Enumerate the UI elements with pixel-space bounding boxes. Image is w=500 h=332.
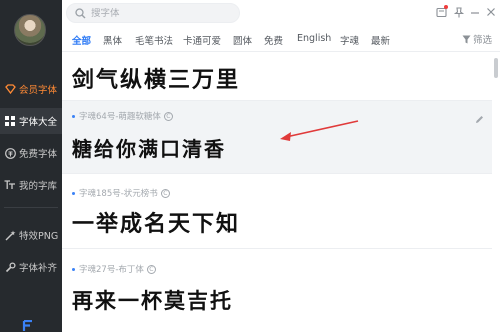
font-sample: 糖给你满口清香 <box>72 137 226 161</box>
font-card-meta: 字魂185号-状元榜书 C <box>72 187 170 199</box>
tab-free[interactable]: 免费 <box>264 33 283 47</box>
sidebar-item-vip-fonts[interactable]: 会员字体 <box>0 76 62 102</box>
sidebar-item-label: 字体大全 <box>19 117 58 128</box>
sidebar-item-label: 会员字体 <box>19 85 58 96</box>
edit-icon[interactable] <box>475 115 484 124</box>
sidebar-item-label: 特效PNG <box>19 231 59 242</box>
scrollbar-thumb[interactable] <box>494 58 498 78</box>
notification-dot <box>444 5 448 9</box>
message-icon[interactable] <box>434 5 448 19</box>
font-list: 剑气纵横三万里 字魂64号-萌趣软糖体 C 糖给你满口清香 字魂185号-状元榜… <box>62 52 492 332</box>
font-name: 字魂64号-萌趣软糖体 <box>79 112 161 122</box>
tab-calligraphy[interactable]: 毛笔书法 <box>135 33 173 47</box>
tab-rounded[interactable]: 圆体 <box>233 33 252 47</box>
font-sample: 再来一杯莫吉托 <box>72 288 233 313</box>
sidebar: 会员字体 字体大全 免费字体 我的字库 特效PNG 字体补齐 <box>0 0 62 332</box>
sidebar-item-all-fonts[interactable]: 字体大全 <box>0 108 62 134</box>
search-box[interactable] <box>66 3 240 23</box>
copyright-icon: C <box>146 264 156 274</box>
sidebar-item-free-fonts[interactable]: 免费字体 <box>0 140 62 166</box>
copyright-icon: C <box>163 111 173 121</box>
tab-english[interactable]: English <box>297 33 331 44</box>
search-input[interactable] <box>91 7 221 19</box>
font-card-meta: 字魂27号-布丁体 C <box>72 263 156 275</box>
avatar[interactable] <box>14 14 46 46</box>
sidebar-item-label: 免费字体 <box>19 149 58 160</box>
top-bar <box>62 0 500 26</box>
font-name: 字魂185号-状元榜书 <box>79 189 158 199</box>
pin-icon[interactable] <box>452 5 466 19</box>
font-card[interactable]: 字魂27号-布丁体 C 再来一杯莫吉托 <box>62 249 492 332</box>
bullet-dot <box>72 114 75 118</box>
tab-heiti[interactable]: 黑体 <box>103 33 122 47</box>
font-name: 字魂27号-布丁体 <box>79 265 144 275</box>
grid-icon <box>4 115 16 127</box>
close-icon[interactable] <box>484 5 498 19</box>
sidebar-divider <box>4 207 58 208</box>
font-tt-icon <box>4 179 16 191</box>
search-icon <box>75 7 86 18</box>
wrench-icon <box>4 261 16 273</box>
sidebar-item-label: 我的字库 <box>19 181 58 192</box>
sidebar-item-label: 字体补齐 <box>19 263 58 274</box>
category-tabs: 全部 黑体 毛笔书法 卡通可爱 圆体 免费 English 字魂 最新 筛选 <box>62 26 500 52</box>
font-card[interactable]: 字魂64号-萌趣软糖体 C 糖给你满口清香 <box>62 101 492 173</box>
bullet-dot <box>72 267 75 271</box>
tab-zihun[interactable]: 字魂 <box>340 33 359 47</box>
free-coin-icon <box>4 147 16 159</box>
font-card[interactable]: 剑气纵横三万里 <box>62 52 492 100</box>
font-card[interactable]: 字魂185号-状元榜书 C 一举成名天下知 <box>62 174 492 248</box>
filter-button[interactable]: 筛选 <box>462 32 492 46</box>
brand-logo-icon <box>22 319 34 332</box>
effects-icon <box>4 229 16 241</box>
font-sample: 剑气纵横三万里 <box>72 67 241 93</box>
sidebar-item-effects-png[interactable]: 特效PNG <box>0 222 62 248</box>
font-sample: 一举成名天下知 <box>72 212 241 237</box>
tab-newest[interactable]: 最新 <box>371 33 390 47</box>
filter-icon <box>462 35 471 43</box>
font-card-meta: 字魂64号-萌趣软糖体 C <box>72 110 173 122</box>
tab-cartoon[interactable]: 卡通可爱 <box>183 33 221 47</box>
tab-all[interactable]: 全部 <box>72 33 91 47</box>
bullet-dot <box>72 191 75 195</box>
copyright-icon: C <box>160 188 170 198</box>
minimize-icon[interactable] <box>468 5 482 19</box>
sidebar-item-font-fill[interactable]: 字体补齐 <box>0 254 62 280</box>
sidebar-item-my-library[interactable]: 我的字库 <box>0 172 62 198</box>
diamond-icon <box>4 83 16 95</box>
scrollbar[interactable] <box>492 52 500 332</box>
filter-label: 筛选 <box>472 35 492 46</box>
